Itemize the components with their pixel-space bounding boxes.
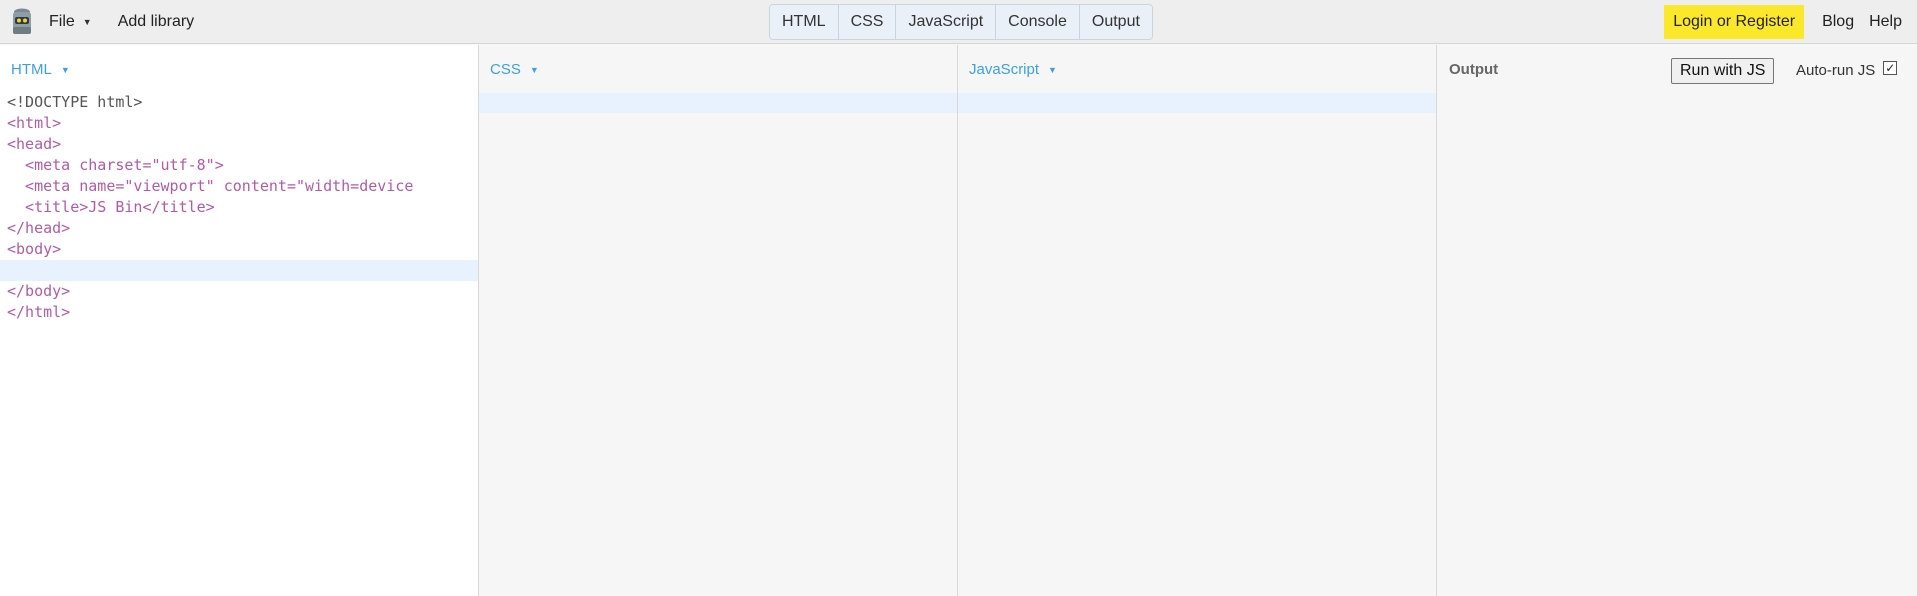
tab-output[interactable]: Output [1079, 5, 1152, 39]
css-panel-label[interactable]: CSS ▼ [490, 61, 539, 78]
js-panel-label-text: JavaScript [969, 61, 1040, 78]
code-line: <head> [0, 134, 478, 155]
output-panel: Output Run with JS Auto-run JS ✓ [1437, 45, 1917, 596]
code-line: <meta charset="utf-8"> [0, 155, 478, 176]
chevron-down-icon: ▼ [82, 17, 92, 27]
code-line: </html> [0, 302, 478, 323]
editor-panels: HTML ▼ <!DOCTYPE html> <html> <head> <me… [0, 45, 1917, 596]
code-meta-viewport: <meta name="viewport" content="width=dev… [7, 177, 414, 195]
add-library-label: Add library [117, 13, 195, 30]
code-tag: </head> [7, 219, 71, 237]
code-line: <!DOCTYPE html> [0, 92, 478, 113]
chevron-down-icon: ▼ [60, 64, 70, 75]
code-line-current [0, 260, 478, 281]
top-toolbar: File ▼ Add library HTML CSS JavaScript C… [0, 0, 1917, 44]
chevron-down-icon: ▼ [1048, 64, 1057, 75]
blog-link[interactable]: Blog [1822, 13, 1854, 31]
code-tag: </body> [7, 282, 71, 300]
run-with-js-button[interactable]: Run with JS [1671, 58, 1775, 84]
tab-javascript[interactable]: JavaScript [896, 5, 997, 39]
login-register-button[interactable]: Login or Register [1664, 5, 1805, 39]
code-line: <body> [0, 239, 478, 260]
chevron-down-icon: ▼ [529, 64, 539, 75]
auto-run-toggle[interactable]: Auto-run JS ✓ [1796, 60, 1898, 79]
html-panel-label[interactable]: HTML ▼ [11, 61, 70, 78]
css-panel-label-text: CSS [490, 61, 521, 78]
code-title: <title>JS Bin</title> [7, 198, 215, 216]
code-tag: <html> [7, 114, 62, 132]
code-line: </head> [0, 218, 478, 239]
code-tag: <body> [7, 240, 62, 258]
code-tag: <head> [7, 135, 62, 153]
html-panel: HTML ▼ <!DOCTYPE html> <html> <head> <me… [0, 45, 479, 596]
panel-tabs: HTML CSS JavaScript Console Output [769, 4, 1153, 40]
help-link[interactable]: Help [1869, 13, 1902, 31]
file-menu[interactable]: File ▼ [49, 13, 92, 31]
code-line: <html> [0, 113, 478, 134]
html-code-editor[interactable]: <!DOCTYPE html> <html> <head> <meta char… [0, 92, 478, 323]
add-library-button[interactable]: Add library [118, 13, 194, 31]
tab-css[interactable]: CSS [838, 5, 897, 39]
code-line: <title>JS Bin</title> [0, 197, 478, 218]
code-meta-charset: <meta charset="utf-8"> [7, 156, 224, 174]
code-tag: </html> [7, 303, 71, 321]
code-line: </body> [0, 281, 478, 302]
html-panel-label-text: HTML [11, 61, 52, 78]
file-menu-label: File [49, 13, 75, 30]
css-panel: CSS ▼ [479, 45, 958, 596]
output-panel-label: Output [1449, 61, 1499, 78]
auto-run-label: Auto-run JS [1796, 62, 1876, 79]
css-code-editor[interactable] [479, 93, 957, 113]
auto-run-checkbox[interactable]: ✓ [1883, 60, 1898, 75]
code-doctype: <!DOCTYPE html> [7, 93, 143, 111]
tab-console[interactable]: Console [996, 5, 1080, 39]
js-code-editor[interactable] [958, 93, 1436, 113]
jsbin-logo-icon[interactable] [9, 7, 35, 37]
tab-html[interactable]: HTML [770, 5, 839, 39]
javascript-panel: JavaScript ▼ [958, 45, 1437, 596]
js-panel-label[interactable]: JavaScript ▼ [969, 61, 1057, 78]
code-line: <meta name="viewport" content="width=dev… [0, 176, 478, 197]
